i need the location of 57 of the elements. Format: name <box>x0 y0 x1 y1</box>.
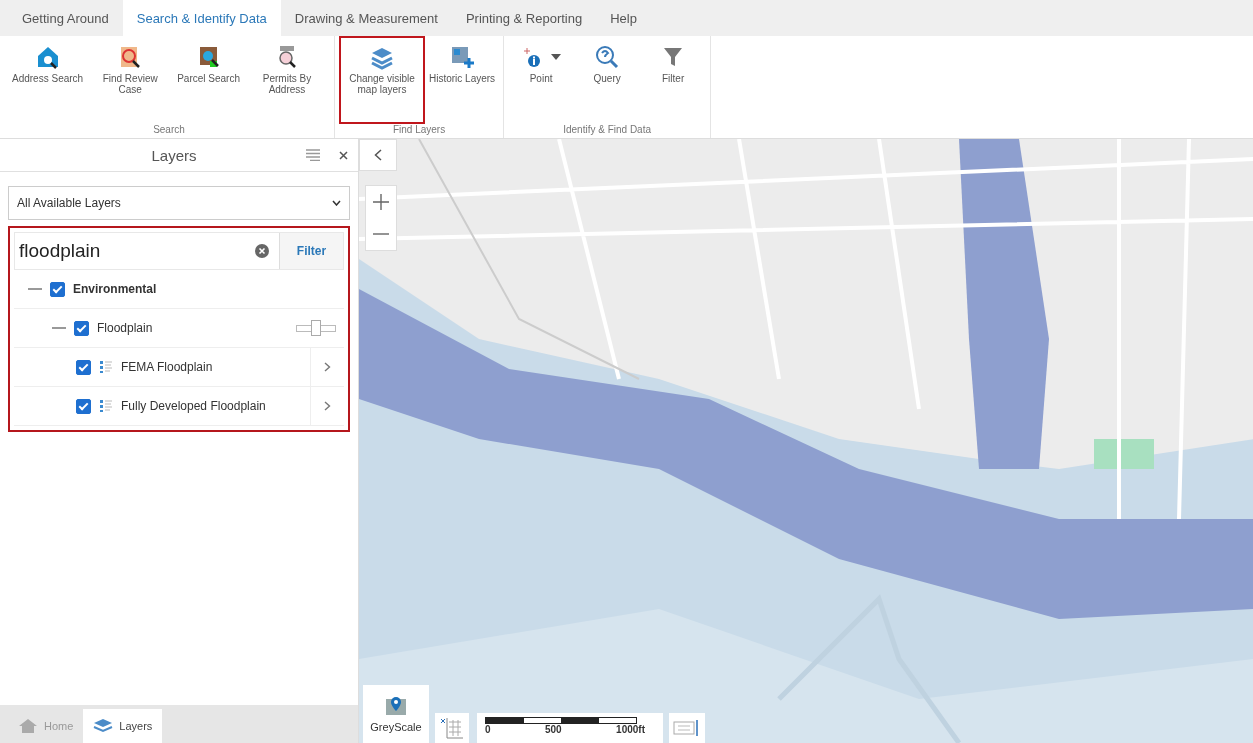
clear-icon[interactable] <box>255 244 269 258</box>
ribbon-tab[interactable]: Help <box>596 0 651 36</box>
map-plus-icon <box>449 44 476 70</box>
scale-label: 500 <box>545 724 562 735</box>
caret-icon <box>551 54 562 60</box>
tree-item-label: Environmental <box>73 282 158 296</box>
scale-icon <box>673 718 701 738</box>
legend-icon <box>99 360 113 374</box>
filter-button[interactable]: Filter <box>279 233 343 269</box>
checkbox[interactable] <box>50 281 65 297</box>
home-icon <box>18 718 38 734</box>
ribbon-button[interactable]: Change visible map layers <box>338 36 425 124</box>
tree-item-label: FEMA Floodplain <box>121 360 214 374</box>
opacity-slider[interactable] <box>296 320 336 336</box>
scale-label: 1000ft <box>616 724 645 735</box>
ribbon-button[interactable]: Address Search <box>8 36 88 124</box>
checkbox[interactable] <box>74 320 89 336</box>
ribbon-button[interactable]: Historic Layers <box>424 36 500 124</box>
ribbon-button[interactable]: Query <box>574 36 641 124</box>
layer-set-dropdown[interactable]: All Available Layers <box>8 186 350 220</box>
group-label: Find Layers <box>391 124 447 137</box>
layers-icon <box>93 718 114 734</box>
chevron-right-icon <box>324 362 331 372</box>
scale-label: 0 <box>485 724 491 735</box>
checkbox[interactable] <box>76 398 91 414</box>
tree-item-label: Floodplain <box>97 321 154 335</box>
ribbon-tab[interactable]: Drawing & Measurement <box>280 0 452 36</box>
plus-icon <box>373 194 389 210</box>
ribbon-button[interactable]: Find Review Case <box>87 36 174 124</box>
checkbox[interactable] <box>76 359 91 375</box>
ribbon-button[interactable]: Parcel Search <box>173 36 244 124</box>
scale-settings-button[interactable] <box>669 713 705 743</box>
chevron-right-icon <box>324 401 331 411</box>
ribbon-tab[interactable]: Search & Identify Data <box>122 0 281 36</box>
tree-item-label: Fully Developed Floodplain <box>121 399 267 413</box>
basemap-button[interactable]: GreyScale <box>363 685 429 743</box>
chevron-down-icon <box>332 200 341 206</box>
panel-tab[interactable]: Layers <box>83 709 163 743</box>
ribbon-button[interactable]: Permits By Address <box>243 36 330 124</box>
chevron-left-icon <box>374 149 382 161</box>
close-icon <box>338 150 348 160</box>
ribbon-tab[interactable]: Getting Around <box>8 0 123 36</box>
collapse-panel-button[interactable] <box>359 139 397 171</box>
menu-icon <box>306 149 320 161</box>
ribbon-tab[interactable]: Printing & Reporting <box>451 0 597 36</box>
grid-icon <box>439 716 465 740</box>
search-field[interactable]: floodplain Filter <box>14 232 344 270</box>
panel-title: Layers <box>150 146 198 164</box>
group-label: Search <box>152 124 186 137</box>
ribbon-button[interactable]: Filter <box>640 36 707 124</box>
ribbon-button[interactable]: Point <box>508 36 575 124</box>
minus-icon <box>373 233 389 235</box>
legend-icon <box>99 399 113 413</box>
group-label: Identify & Find Data <box>562 124 652 137</box>
coordinates-button[interactable] <box>435 713 469 743</box>
map-pin-icon <box>385 695 407 717</box>
help-search-icon <box>594 44 621 70</box>
